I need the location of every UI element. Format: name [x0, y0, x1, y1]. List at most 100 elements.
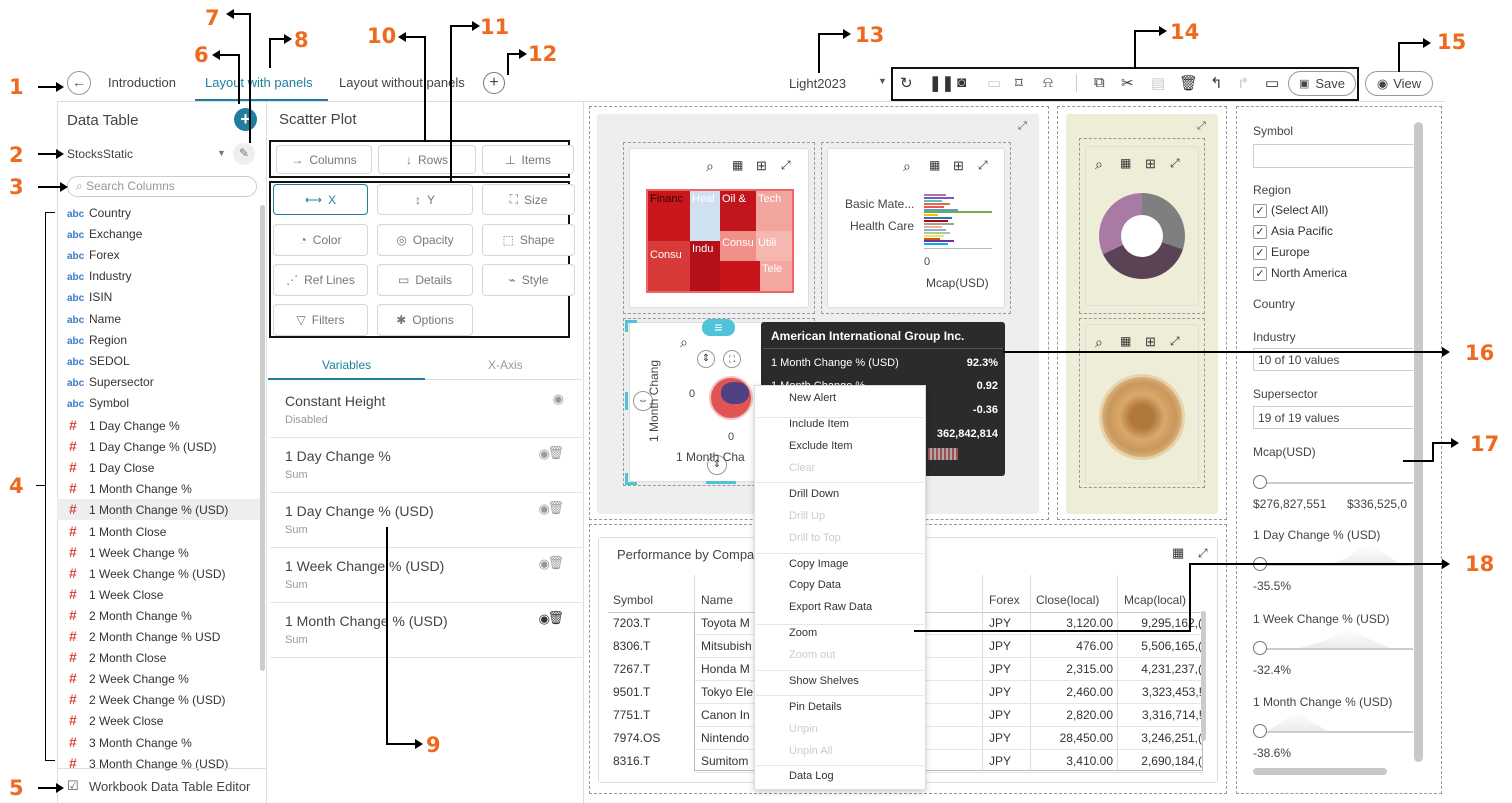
- region-option-asia-pacific[interactable]: ✓ Asia Pacific: [1253, 224, 1333, 239]
- expand-icon[interactable]: ⤢: [978, 158, 988, 173]
- search-icon[interactable]: ⌕: [706, 158, 714, 175]
- region-option-europe[interactable]: ✓ Europe: [1253, 245, 1310, 260]
- treemap-tile-industrials[interactable]: Indu: [690, 241, 720, 291]
- treemap-tile-utilities[interactable]: Utili: [756, 231, 792, 261]
- excel-icon[interactable]: ▦: [1120, 156, 1131, 170]
- supersector-filter-select[interactable]: 19 of 19 values: [1253, 406, 1413, 429]
- column-item[interactable]: #3 Month Change %: [67, 734, 192, 750]
- treemap-tile-health[interactable]: Heal: [690, 191, 720, 241]
- trash-icon[interactable]: 🗑: [547, 500, 564, 516]
- table-header[interactable]: Forex: [989, 593, 1020, 607]
- treemap-tile-consumer-2[interactable]: Consu: [720, 231, 756, 261]
- bar[interactable]: [924, 196, 954, 199]
- treemap-tile-consumer[interactable]: Consu: [648, 241, 690, 291]
- table-scrollbar[interactable]: [1201, 611, 1206, 741]
- column-item[interactable]: #1 Month Change %: [67, 480, 192, 496]
- bar[interactable]: [924, 225, 942, 228]
- style-button[interactable]: ⌁ Style: [482, 264, 575, 296]
- resize-vertical-handle[interactable]: ⇕: [697, 350, 715, 368]
- scatter-point-cluster[interactable]: [721, 382, 749, 404]
- week-change-slider-handle[interactable]: [1253, 641, 1267, 655]
- comment-icon[interactable]: ▭: [1265, 74, 1279, 92]
- tab-layout-with-panels[interactable]: Layout with panels: [205, 75, 313, 90]
- excel-icon[interactable]: ▦: [1172, 545, 1184, 561]
- menu-item-copy-image[interactable]: Copy Image: [789, 558, 848, 570]
- pause-icon[interactable]: ❚❚: [929, 74, 954, 92]
- variable-row[interactable]: 1 Month Change % (USD) Sum ◉ 🗑: [270, 603, 582, 658]
- treemap-tile-oil[interactable]: Oil &: [720, 191, 756, 231]
- column-item[interactable]: abc Supersector: [67, 375, 154, 389]
- column-item[interactable]: #2 Week Close: [67, 712, 163, 728]
- bar[interactable]: [924, 208, 958, 211]
- pdf-icon[interactable]: ▭: [987, 74, 1001, 92]
- treemap-tile-financials[interactable]: Financ: [648, 191, 690, 241]
- expand-icon[interactable]: ⤢: [1170, 334, 1180, 349]
- region-option-north-america[interactable]: ✓ North America: [1253, 266, 1347, 281]
- search-icon[interactable]: ⌕: [903, 158, 911, 175]
- treemap-tile-telecom[interactable]: Tele: [760, 261, 792, 291]
- search-icon[interactable]: ⌕: [1095, 156, 1103, 173]
- refresh-icon[interactable]: ↻: [900, 74, 913, 92]
- region-option-select-all[interactable]: ✓ (Select All): [1253, 203, 1328, 218]
- bar[interactable]: [924, 237, 940, 240]
- bar[interactable]: [924, 214, 938, 217]
- eye-icon[interactable]: ◉: [553, 391, 564, 407]
- edit-datasource-button[interactable]: ✎: [233, 143, 255, 165]
- variable-row[interactable]: Constant Height Disabled ◉: [270, 383, 582, 438]
- table-icon[interactable]: ⊞: [1145, 156, 1156, 172]
- mcap-range-slider[interactable]: [1253, 482, 1413, 484]
- rows-shelf[interactable]: ↓ Rows: [378, 145, 476, 174]
- delete-icon[interactable]: 🗑: [1179, 74, 1198, 92]
- x-button[interactable]: ⟷ X: [273, 184, 368, 215]
- expand-icon[interactable]: ⤢: [781, 158, 791, 173]
- excel-icon[interactable]: ▦: [1120, 334, 1131, 348]
- month-change-slider-handle[interactable]: [1253, 724, 1267, 738]
- column-item[interactable]: #2 Month Close: [67, 649, 166, 665]
- search-columns-input[interactable]: ⌕ Search Columns: [67, 176, 257, 197]
- duplicate-icon[interactable]: ⧉: [1094, 74, 1105, 91]
- column-item[interactable]: abc Country: [67, 206, 131, 220]
- column-item[interactable]: abc Exchange: [67, 227, 142, 241]
- menu-item-show-shelves[interactable]: Show Shelves: [789, 675, 859, 687]
- ref-lines-button[interactable]: ⋰ Ref Lines: [273, 264, 368, 296]
- symbol-filter-input[interactable]: [1253, 144, 1413, 168]
- column-item[interactable]: #2 Week Change % (USD): [67, 691, 226, 707]
- edit-icon[interactable]: ☑: [67, 778, 79, 794]
- excel-icon[interactable]: ▦: [732, 158, 743, 172]
- filters-button[interactable]: ▽ Filters: [273, 304, 368, 336]
- add-data-table-button[interactable]: +: [234, 108, 257, 131]
- table-header[interactable]: Close(local): [1036, 593, 1099, 607]
- column-item[interactable]: abc Industry: [67, 269, 132, 283]
- menu-item-new-alert[interactable]: New Alert: [789, 392, 836, 404]
- chevron-down-icon[interactable]: ▼: [878, 76, 887, 86]
- items-shelf[interactable]: ⊥ Items: [482, 145, 574, 174]
- theme-select[interactable]: Light2023: [789, 76, 846, 91]
- bar[interactable]: [924, 243, 948, 246]
- menu-item-include-item[interactable]: Include Item: [789, 418, 849, 430]
- bar[interactable]: [924, 228, 946, 231]
- column-item[interactable]: #2 Month Change %: [67, 607, 192, 623]
- column-item[interactable]: #1 Day Close: [67, 459, 154, 475]
- bar[interactable]: [924, 211, 992, 214]
- menu-item-export-raw-data[interactable]: Export Raw Data: [789, 601, 872, 613]
- expand-icon[interactable]: ⤢: [1170, 156, 1180, 171]
- bar[interactable]: [924, 234, 944, 237]
- bar[interactable]: [924, 220, 948, 223]
- add-tab-button[interactable]: +: [483, 72, 505, 94]
- table-icon[interactable]: ⊞: [953, 158, 964, 174]
- column-item[interactable]: #1 Day Change %: [67, 417, 180, 433]
- column-item[interactable]: #1 Week Change %: [67, 544, 189, 560]
- details-button[interactable]: ▭ Details: [377, 264, 473, 296]
- datasource-select[interactable]: StocksStatic: [67, 147, 133, 161]
- column-item[interactable]: abc Forex: [67, 248, 120, 262]
- cut-icon[interactable]: ✂: [1121, 74, 1134, 92]
- trash-icon[interactable]: 🗑: [547, 555, 564, 571]
- treemap-tile-small[interactable]: [720, 261, 760, 291]
- opacity-button[interactable]: ◎ Opacity: [377, 224, 473, 256]
- variable-row[interactable]: 1 Day Change % (USD) Sum ◉ 🗑: [270, 493, 582, 548]
- column-item[interactable]: abc ISIN: [67, 290, 112, 304]
- treemap-tile-tech[interactable]: Tech: [756, 191, 792, 231]
- expand-icon[interactable]: ⤢: [1197, 120, 1206, 133]
- week-change-slider[interactable]: [1253, 648, 1413, 650]
- filter-panel-hscrollbar[interactable]: [1253, 768, 1387, 775]
